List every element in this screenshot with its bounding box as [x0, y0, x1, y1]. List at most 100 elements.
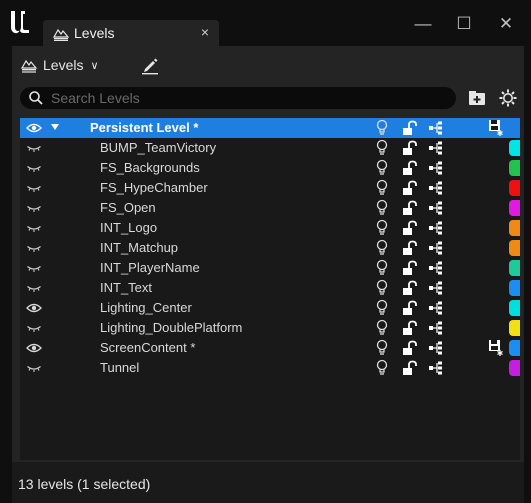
close-window-button[interactable]: ✕	[488, 12, 524, 36]
unlock-icon[interactable]	[402, 260, 418, 276]
save-modified-icon[interactable]	[488, 119, 504, 137]
level-row[interactable]: Lighting_Center	[20, 298, 520, 318]
level-name: INT_Text	[100, 280, 153, 295]
unlock-icon[interactable]	[402, 300, 418, 316]
lightbulb-icon[interactable]	[375, 299, 389, 317]
eye-hidden-icon[interactable]	[26, 240, 42, 256]
level-color-swatch[interactable]	[509, 280, 520, 296]
eye-hidden-icon[interactable]	[26, 160, 42, 176]
lightbulb-icon[interactable]	[375, 199, 389, 217]
lightbulb-icon[interactable]	[375, 259, 389, 277]
settings-gear-icon[interactable]	[498, 88, 518, 108]
eye-hidden-icon[interactable]	[26, 200, 42, 216]
hierarchy-icon[interactable]	[428, 201, 448, 215]
unlock-icon[interactable]	[402, 240, 418, 256]
lightbulb-icon[interactable]	[375, 339, 389, 357]
lightbulb-icon[interactable]	[375, 219, 389, 237]
level-row[interactable]: Tunnel	[20, 358, 520, 378]
pencil-edit-icon[interactable]	[140, 55, 160, 75]
hierarchy-icon[interactable]	[428, 121, 448, 135]
level-count-text: 13 levels (1 selected)	[18, 476, 151, 492]
eye-visible-icon[interactable]	[26, 300, 42, 316]
minimize-button[interactable]: —	[405, 12, 441, 36]
level-row[interactable]: FS_Backgrounds	[20, 158, 520, 178]
level-name: BUMP_TeamVictory	[100, 140, 217, 155]
unlock-icon[interactable]	[402, 180, 418, 196]
eye-hidden-icon[interactable]	[26, 180, 42, 196]
expand-arrow-icon[interactable]	[50, 122, 60, 132]
add-level-folder-icon[interactable]	[467, 88, 487, 108]
level-color-swatch[interactable]	[509, 340, 520, 356]
level-color-swatch[interactable]	[509, 180, 520, 196]
level-color-swatch[interactable]	[509, 300, 520, 316]
level-row[interactable]: ScreenContent *	[20, 338, 520, 358]
eye-hidden-icon[interactable]	[26, 280, 42, 296]
eye-hidden-icon[interactable]	[26, 320, 42, 336]
hierarchy-icon[interactable]	[428, 321, 448, 335]
level-name: INT_PlayerName	[100, 260, 200, 275]
level-row[interactable]: Lighting_DoublePlatform	[20, 318, 520, 338]
hierarchy-icon[interactable]	[428, 241, 448, 255]
unlock-icon[interactable]	[402, 280, 418, 296]
maximize-button[interactable]: ☐	[446, 12, 482, 36]
lightbulb-icon[interactable]	[375, 139, 389, 157]
unlock-icon[interactable]	[402, 120, 418, 136]
eye-hidden-icon[interactable]	[26, 360, 42, 376]
lightbulb-icon[interactable]	[375, 179, 389, 197]
level-row[interactable]: BUMP_TeamVictory	[20, 138, 520, 158]
unlock-icon[interactable]	[402, 140, 418, 156]
lightbulb-icon[interactable]	[375, 359, 389, 377]
search-input[interactable]	[49, 89, 443, 107]
level-color-swatch[interactable]	[509, 260, 520, 276]
hierarchy-icon[interactable]	[428, 181, 448, 195]
hierarchy-icon[interactable]	[428, 261, 448, 275]
level-row[interactable]: FS_Open	[20, 198, 520, 218]
level-color-swatch[interactable]	[509, 240, 520, 256]
eye-visible-icon[interactable]	[26, 120, 42, 136]
level-color-swatch[interactable]	[509, 160, 520, 176]
level-color-swatch[interactable]	[509, 220, 520, 236]
hierarchy-icon[interactable]	[428, 361, 448, 375]
level-row[interactable]: INT_PlayerName	[20, 258, 520, 278]
lightbulb-icon[interactable]	[375, 239, 389, 257]
unlock-icon[interactable]	[402, 200, 418, 216]
eye-hidden-icon[interactable]	[26, 140, 42, 156]
unlock-icon[interactable]	[402, 220, 418, 236]
level-color-swatch[interactable]	[509, 140, 520, 156]
hierarchy-icon[interactable]	[428, 141, 448, 155]
lightbulb-icon[interactable]	[375, 279, 389, 297]
search-icon	[29, 91, 43, 105]
unlock-icon[interactable]	[402, 340, 418, 356]
unlock-icon[interactable]	[402, 320, 418, 336]
hierarchy-icon[interactable]	[428, 281, 448, 295]
level-row[interactable]: INT_Logo	[20, 218, 520, 238]
eye-hidden-icon[interactable]	[26, 260, 42, 276]
level-color-swatch[interactable]	[509, 200, 520, 216]
level-color-swatch[interactable]	[509, 320, 520, 336]
eye-hidden-icon[interactable]	[26, 220, 42, 236]
levels-tab[interactable]: Levels ×	[43, 20, 219, 46]
lightbulb-icon[interactable]	[375, 319, 389, 337]
level-name: Persistent Level *	[90, 120, 199, 135]
persistent-level-row[interactable]: Persistent Level *	[20, 118, 520, 138]
level-row[interactable]: INT_Text	[20, 278, 520, 298]
hierarchy-icon[interactable]	[428, 221, 448, 235]
level-row[interactable]: INT_Matchup	[20, 238, 520, 258]
hierarchy-icon[interactable]	[428, 161, 448, 175]
level-color-swatch[interactable]	[509, 360, 520, 376]
tab-close-button[interactable]: ×	[201, 24, 209, 40]
level-row[interactable]: FS_HypeChamber	[20, 178, 520, 198]
levels-menu-label: Levels	[43, 57, 84, 73]
hierarchy-icon[interactable]	[428, 341, 448, 355]
status-bar: 13 levels (1 selected)	[12, 462, 524, 503]
hierarchy-icon[interactable]	[428, 301, 448, 315]
lightbulb-icon[interactable]	[375, 119, 389, 137]
eye-visible-icon[interactable]	[26, 340, 42, 356]
unlock-icon[interactable]	[402, 360, 418, 376]
lightbulb-icon[interactable]	[375, 159, 389, 177]
unlock-icon[interactable]	[402, 160, 418, 176]
search-bar	[20, 87, 456, 109]
levels-menu-button[interactable]: Levels ∨	[20, 55, 99, 75]
level-list: Persistent Level * BUMP_TeamVictory FS_Bac…	[20, 118, 520, 460]
save-modified-icon[interactable]	[488, 339, 504, 357]
